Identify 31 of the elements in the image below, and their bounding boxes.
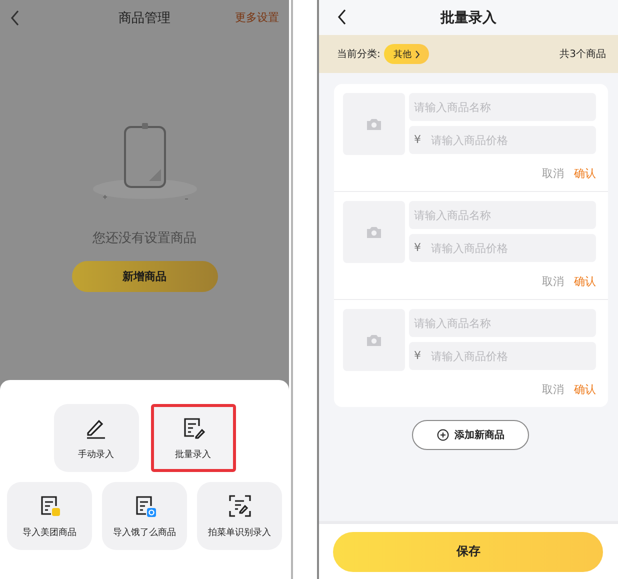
screen-title: 批量录入 [440, 8, 496, 26]
item-count: 共3个商品 [560, 48, 606, 61]
camera-icon [366, 226, 382, 238]
back-icon[interactable] [336, 9, 347, 25]
currency-symbol: ¥ [414, 133, 421, 147]
camera-icon [366, 118, 382, 130]
currency-symbol: ¥ [414, 241, 421, 255]
document-edit-icon [181, 416, 206, 440]
currency-symbol: ¥ [414, 349, 421, 363]
category-label: 当前分类: [336, 48, 380, 61]
option-card[interactable]: 导入美团商品 [7, 482, 92, 550]
scan-icon [228, 494, 252, 518]
photo-upload[interactable] [342, 309, 405, 371]
option-card[interactable]: 批量录入 [150, 404, 236, 472]
save-button[interactable]: 保存 [333, 532, 604, 572]
name-input[interactable]: 请输入商品名称 [408, 201, 596, 229]
option-card[interactable]: 拍菜单识别录入 [197, 482, 282, 550]
name-input[interactable]: 请输入商品名称 [408, 309, 596, 337]
photo-upload[interactable] [342, 93, 405, 155]
category-chip[interactable]: 其他 [384, 44, 430, 64]
camera-icon [366, 334, 382, 346]
add-item-button[interactable]: 添加新商品 [412, 420, 530, 450]
chevron-icon [415, 50, 420, 58]
name-input[interactable]: 请输入商品名称 [408, 93, 596, 121]
option-card[interactable]: 导入饿了么商品 [102, 482, 188, 550]
option-card[interactable]: 手动录入 [54, 404, 139, 472]
photo-upload[interactable] [342, 201, 405, 263]
empty-message: 您还没有设置商品 [92, 230, 197, 247]
plus-circle-icon [437, 429, 450, 441]
add-product-button[interactable]: 新增商品 [72, 261, 218, 292]
screen-title: 商品管理 [118, 10, 171, 26]
